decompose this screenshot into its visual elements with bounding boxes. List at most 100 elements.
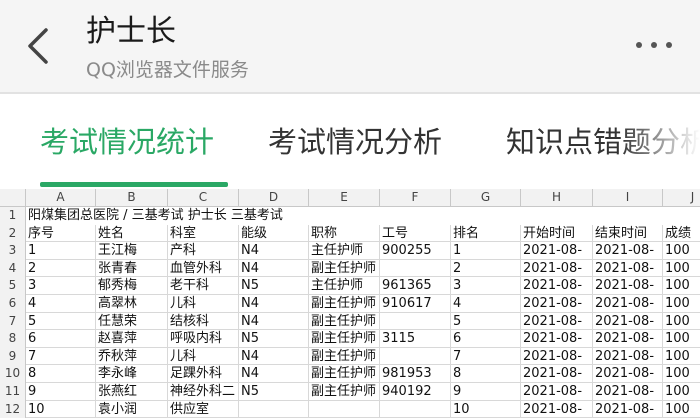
table-cell[interactable]: 2021-08- bbox=[593, 312, 663, 331]
table-cell[interactable]: 呼吸内科 bbox=[168, 330, 239, 348]
table-cell[interactable]: 100 bbox=[663, 295, 700, 313]
table-cell[interactable] bbox=[380, 312, 451, 331]
table-cell[interactable]: 儿科 bbox=[168, 347, 239, 366]
table-cell[interactable] bbox=[309, 400, 380, 419]
table-cell[interactable]: 血管外科 bbox=[168, 259, 239, 278]
table-cell[interactable]: 2 bbox=[451, 259, 521, 278]
spreadsheet-grid[interactable]: ABCDEFGHIJ 1 2 3 4 5 6 7 8 9 10 11 12 阳煤集团总医院 / 三基考试… bbox=[0, 189, 700, 420]
table-cell[interactable]: 100 bbox=[663, 365, 700, 383]
table-cell[interactable]: 产科 bbox=[168, 242, 239, 260]
table-cell[interactable]: 940192 bbox=[380, 383, 451, 401]
table-cell[interactable] bbox=[380, 259, 451, 278]
table-cell[interactable] bbox=[239, 400, 309, 419]
column-header-b[interactable]: B bbox=[96, 189, 168, 206]
table-cell[interactable]: 981953 bbox=[380, 365, 451, 383]
table-cell[interactable]: N5 bbox=[239, 330, 309, 348]
column-header-a[interactable]: A bbox=[26, 189, 96, 206]
table-cell[interactable]: 郁秀梅 bbox=[96, 277, 168, 295]
table-cell[interactable]: 961365 bbox=[380, 277, 451, 295]
row-header[interactable]: 8 bbox=[0, 330, 26, 348]
row-header[interactable]: 1 bbox=[0, 207, 26, 225]
table-cell[interactable]: 4 bbox=[451, 295, 521, 313]
table-cell[interactable]: N4 bbox=[239, 259, 309, 278]
table-cell[interactable]: 姓名 bbox=[96, 224, 168, 243]
table-cell[interactable]: 900255 bbox=[380, 242, 451, 260]
table-cell[interactable]: 能级 bbox=[239, 224, 309, 243]
table-cell[interactable]: 袁小润 bbox=[96, 400, 168, 419]
table-cell[interactable]: 6 bbox=[26, 330, 96, 348]
table-cell[interactable]: 副主任护师 bbox=[309, 259, 380, 278]
table-cell[interactable]: 神经外科二 bbox=[168, 383, 239, 401]
table-cell[interactable]: 2021-08- bbox=[521, 312, 593, 331]
table-cell[interactable]: 副主任护师 bbox=[309, 295, 380, 313]
table-cell[interactable]: 主任护师 bbox=[309, 277, 380, 295]
column-header-j[interactable]: J bbox=[663, 189, 700, 206]
table-cell[interactable]: 2021-08- bbox=[593, 365, 663, 383]
table-cell[interactable]: 老干科 bbox=[168, 277, 239, 295]
column-header-g[interactable]: G bbox=[451, 189, 521, 206]
table-cell[interactable]: 8 bbox=[451, 365, 521, 383]
table-cell[interactable]: 副主任护师 bbox=[309, 383, 380, 401]
table-cell[interactable]: 2021-08- bbox=[521, 259, 593, 278]
row-header[interactable]: 2 bbox=[0, 224, 26, 243]
table-cell[interactable]: 主任护师 bbox=[309, 242, 380, 260]
tab-exam-statistics[interactable]: 考试情况统计 bbox=[40, 122, 214, 162]
table-cell[interactable] bbox=[380, 347, 451, 366]
table-cell[interactable]: 8 bbox=[26, 365, 96, 383]
table-cell[interactable]: 2021-08- bbox=[593, 295, 663, 313]
table-cell[interactable]: 5 bbox=[451, 312, 521, 331]
table-cell[interactable]: 2021-08- bbox=[593, 400, 663, 419]
row-header[interactable]: 9 bbox=[0, 347, 26, 366]
table-cell[interactable]: 副主任护师 bbox=[309, 330, 380, 348]
table-cell[interactable]: 2 bbox=[26, 259, 96, 278]
table-cell[interactable]: 9 bbox=[451, 383, 521, 401]
table-cell[interactable]: N4 bbox=[239, 365, 309, 383]
table-cell[interactable]: 2021-08- bbox=[593, 383, 663, 401]
table-cell[interactable]: 乔秋萍 bbox=[96, 347, 168, 366]
table-cell[interactable]: 开始时间 bbox=[521, 224, 593, 243]
table-cell[interactable]: 结束时间 bbox=[593, 224, 663, 243]
table-cell[interactable]: 7 bbox=[451, 347, 521, 366]
table-cell[interactable]: N4 bbox=[239, 347, 309, 366]
table-cell[interactable]: 2021-08- bbox=[521, 365, 593, 383]
sheet-title-cell[interactable]: 阳煤集团总医院 / 三基考试 护士长 三基考试 bbox=[26, 207, 283, 225]
table-cell[interactable]: 张燕红 bbox=[96, 383, 168, 401]
column-header-h[interactable]: H bbox=[521, 189, 593, 206]
table-cell[interactable]: N4 bbox=[239, 312, 309, 331]
table-cell[interactable]: 2021-08- bbox=[521, 277, 593, 295]
table-cell[interactable]: 1 bbox=[451, 242, 521, 260]
table-cell[interactable]: 足踝外科 bbox=[168, 365, 239, 383]
row-header[interactable]: 3 bbox=[0, 242, 26, 260]
table-cell[interactable]: 4 bbox=[26, 295, 96, 313]
table-cell[interactable]: 3 bbox=[451, 277, 521, 295]
table-cell[interactable]: 高翠林 bbox=[96, 295, 168, 313]
table-cell[interactable]: 李永峰 bbox=[96, 365, 168, 383]
chevron-left-icon[interactable] bbox=[22, 26, 56, 66]
table-cell[interactable]: 100 bbox=[663, 401, 700, 419]
more-horizontal-icon[interactable] bbox=[632, 30, 676, 58]
table-cell[interactable]: 6 bbox=[451, 330, 521, 348]
table-cell[interactable]: 2021-08- bbox=[521, 330, 593, 348]
table-cell[interactable]: 职称 bbox=[309, 224, 380, 243]
table-cell[interactable]: 100 bbox=[663, 242, 700, 260]
row-header[interactable]: 4 bbox=[0, 259, 26, 278]
table-cell[interactable]: N4 bbox=[239, 242, 309, 260]
table-cell[interactable]: 2021-08- bbox=[521, 383, 593, 401]
table-cell[interactable] bbox=[380, 400, 451, 419]
table-cell[interactable]: 7 bbox=[26, 347, 96, 366]
column-header-i[interactable]: I bbox=[593, 189, 663, 206]
table-cell[interactable]: 10 bbox=[451, 400, 521, 419]
table-cell[interactable]: 100 bbox=[663, 383, 700, 401]
table-cell[interactable]: 2021-08- bbox=[593, 242, 663, 260]
table-cell[interactable]: 供应室 bbox=[168, 400, 239, 419]
row-header[interactable]: 11 bbox=[0, 383, 26, 401]
table-cell[interactable]: 排名 bbox=[451, 224, 521, 243]
table-cell[interactable]: 副主任护师 bbox=[309, 347, 380, 366]
select-all-corner[interactable] bbox=[0, 189, 26, 206]
table-cell[interactable]: 9 bbox=[26, 383, 96, 401]
table-cell[interactable]: N5 bbox=[239, 277, 309, 295]
table-cell[interactable]: 910617 bbox=[380, 295, 451, 313]
table-cell[interactable]: 3115 bbox=[380, 330, 451, 348]
table-cell[interactable]: 儿科 bbox=[168, 295, 239, 313]
table-cell[interactable]: N5 bbox=[239, 383, 309, 401]
